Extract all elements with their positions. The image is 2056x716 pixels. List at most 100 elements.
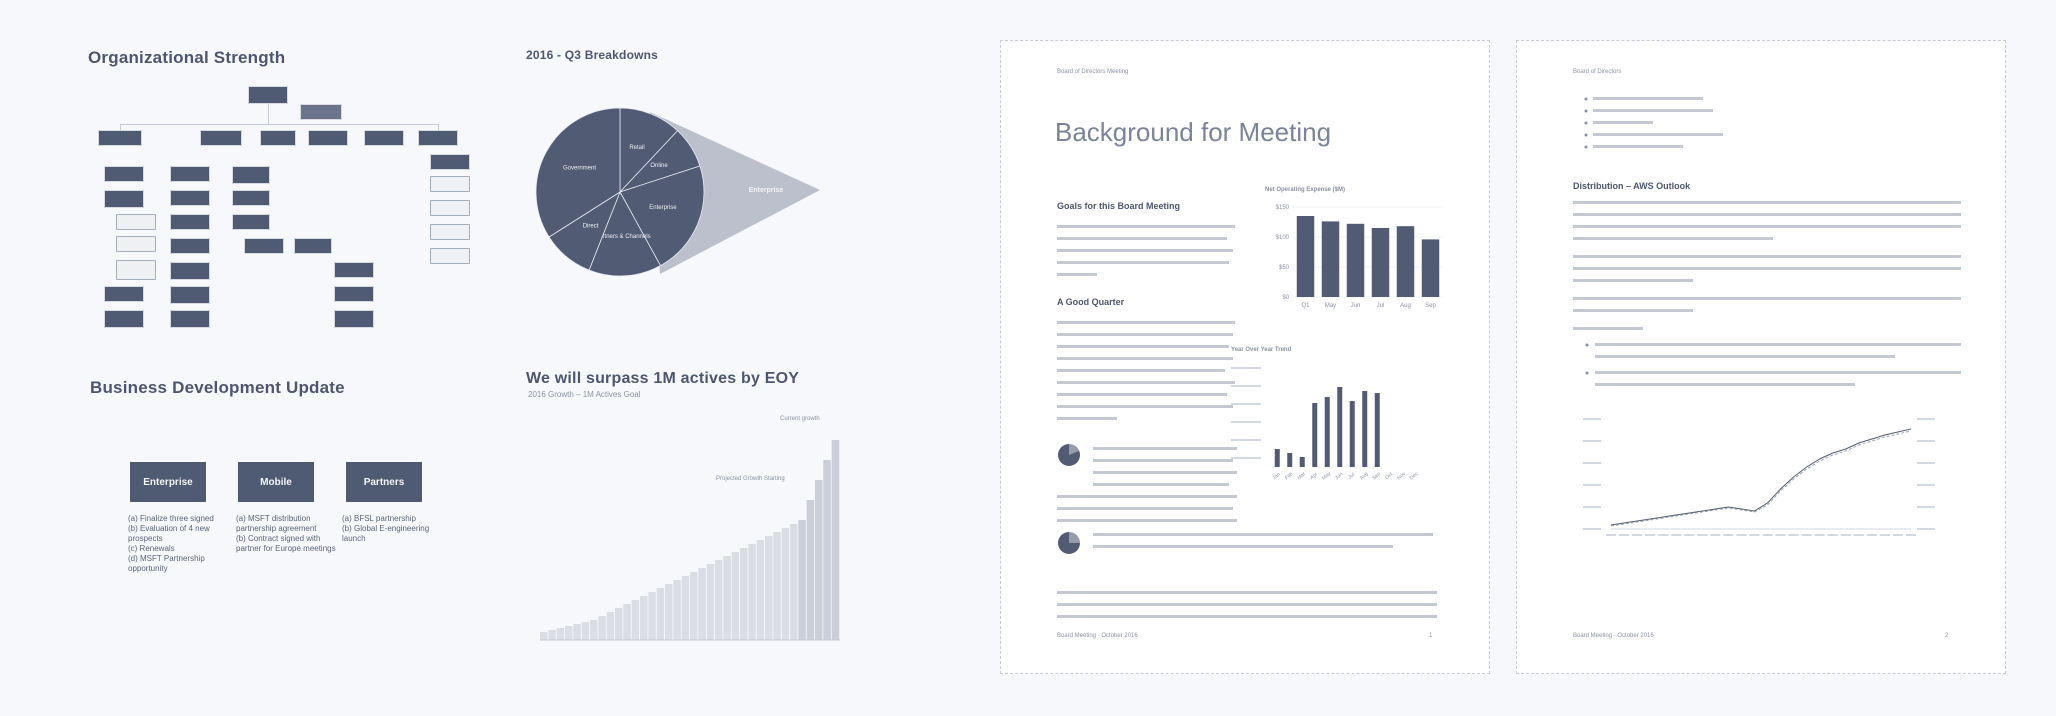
area-bar — [548, 630, 556, 640]
doc-header: Board of Directors — [1573, 69, 1622, 75]
org-node[interactable] — [294, 238, 332, 254]
bar[interactable] — [1337, 387, 1343, 467]
org-node[interactable] — [200, 130, 242, 146]
org-node[interactable] — [430, 224, 470, 240]
bar[interactable] — [1321, 221, 1340, 297]
x-tick-label — [1840, 534, 1851, 536]
org-node[interactable] — [104, 190, 144, 208]
y-tick-label-right — [1917, 528, 1935, 530]
net-expense-bar-chart: $0 $50 $100 $150 Q1 May Jun Jul Aug Sep — [1276, 205, 1443, 309]
area-bar — [748, 544, 756, 640]
section-heading: A Good Quarter — [1057, 297, 1125, 307]
bar[interactable] — [1349, 401, 1355, 467]
section-heading: Distribution – AWS Outlook — [1573, 181, 1691, 191]
legend-line — [1231, 367, 1261, 369]
org-node[interactable] — [116, 214, 156, 230]
org-node[interactable] — [334, 286, 374, 302]
org-node[interactable] — [98, 130, 142, 146]
legend-line — [1231, 385, 1261, 387]
x-tick-label: Jul — [1347, 472, 1356, 481]
bar[interactable] — [1421, 239, 1440, 297]
x-tick-label — [1892, 534, 1903, 536]
connector — [268, 104, 269, 124]
list-item: (a) MSFT distribution partnership agreem… — [236, 514, 317, 533]
x-tick-label — [1697, 534, 1708, 536]
org-node[interactable] — [364, 130, 404, 146]
org-node[interactable] — [430, 200, 470, 216]
area-bar — [615, 608, 623, 640]
text-lines — [1057, 225, 1235, 276]
bizdev-column-enterprise[interactable]: Enterprise — [130, 462, 206, 502]
area-bar — [606, 612, 615, 640]
org-node[interactable] — [260, 130, 296, 146]
org-node[interactable] — [104, 286, 144, 302]
org-node[interactable] — [308, 130, 348, 146]
org-node[interactable] — [116, 260, 156, 280]
org-node[interactable] — [430, 154, 470, 170]
org-node[interactable] — [430, 176, 470, 192]
bizdev-column-mobile[interactable]: Mobile — [238, 462, 314, 502]
x-tick-label: Apr — [1309, 471, 1319, 481]
org-node[interactable] — [170, 310, 210, 328]
bar[interactable] — [1346, 223, 1365, 297]
x-tick-label: Sep — [1425, 303, 1436, 309]
org-node-assistant[interactable] — [300, 104, 342, 120]
bar[interactable] — [1287, 453, 1293, 467]
area-bar — [556, 628, 565, 640]
x-tick-label — [1632, 534, 1643, 536]
pie-slice-label: Enterprise — [649, 205, 677, 211]
org-node-ceo[interactable] — [248, 86, 288, 104]
bizdev-column-partners[interactable]: Partners — [346, 462, 422, 502]
bullet-list — [1585, 343, 1961, 386]
org-node[interactable] — [170, 190, 210, 206]
bar[interactable] — [1396, 226, 1415, 297]
area-bar — [573, 624, 581, 640]
y-tick-label: $100 — [1276, 235, 1290, 241]
bar[interactable] — [1374, 393, 1380, 467]
bar[interactable] — [1324, 397, 1330, 467]
x-tick-label — [1853, 534, 1864, 536]
x-tick-label — [1788, 534, 1799, 536]
y-tick-label-right — [1917, 506, 1935, 508]
org-node[interactable] — [334, 262, 374, 278]
org-node[interactable] — [232, 190, 270, 206]
bizdev-list-enterprise: (a) Finalize three signed (b) Evaluation… — [128, 514, 238, 574]
org-node[interactable] — [170, 214, 210, 230]
doc-footer: Board Meeting · October 2016 — [1573, 633, 1654, 639]
bar[interactable] — [1362, 391, 1368, 467]
bar[interactable] — [1371, 228, 1390, 297]
area-bar — [698, 568, 706, 640]
bar[interactable] — [1312, 403, 1318, 467]
org-node[interactable] — [170, 166, 210, 182]
document-page-1: Board of Directors Meeting Background fo… — [1000, 40, 1490, 674]
pie-slice-label: Direct — [583, 224, 599, 230]
org-node[interactable] — [244, 238, 284, 254]
area-bar — [756, 540, 765, 640]
org-node[interactable] — [170, 286, 210, 304]
area-bar — [656, 588, 665, 640]
x-tick-label: Mar — [1296, 471, 1307, 481]
org-node[interactable] — [418, 130, 458, 146]
legend-line — [1231, 457, 1261, 459]
org-node[interactable] — [116, 236, 156, 252]
org-node[interactable] — [334, 310, 374, 328]
pie-slice-label: Government — [563, 166, 596, 172]
series-line — [1610, 428, 1912, 526]
org-node[interactable] — [104, 310, 144, 328]
org-node[interactable] — [104, 166, 144, 182]
bar[interactable] — [1299, 457, 1305, 467]
bar[interactable] — [1274, 449, 1280, 467]
org-node[interactable] — [170, 238, 210, 254]
org-node[interactable] — [232, 166, 270, 184]
bar[interactable] — [1296, 216, 1315, 297]
x-tick-label: Dec — [1409, 471, 1420, 482]
org-node[interactable] — [170, 262, 210, 280]
org-node[interactable] — [232, 214, 270, 230]
area-bar — [815, 480, 823, 640]
org-node[interactable] — [430, 248, 470, 264]
pie-slice-label: Partners & Channels — [595, 234, 650, 240]
area-bar — [590, 620, 598, 640]
area-bar — [723, 556, 731, 640]
y-tick-label: $0 — [1282, 295, 1289, 301]
y-tick-label — [1583, 418, 1601, 420]
